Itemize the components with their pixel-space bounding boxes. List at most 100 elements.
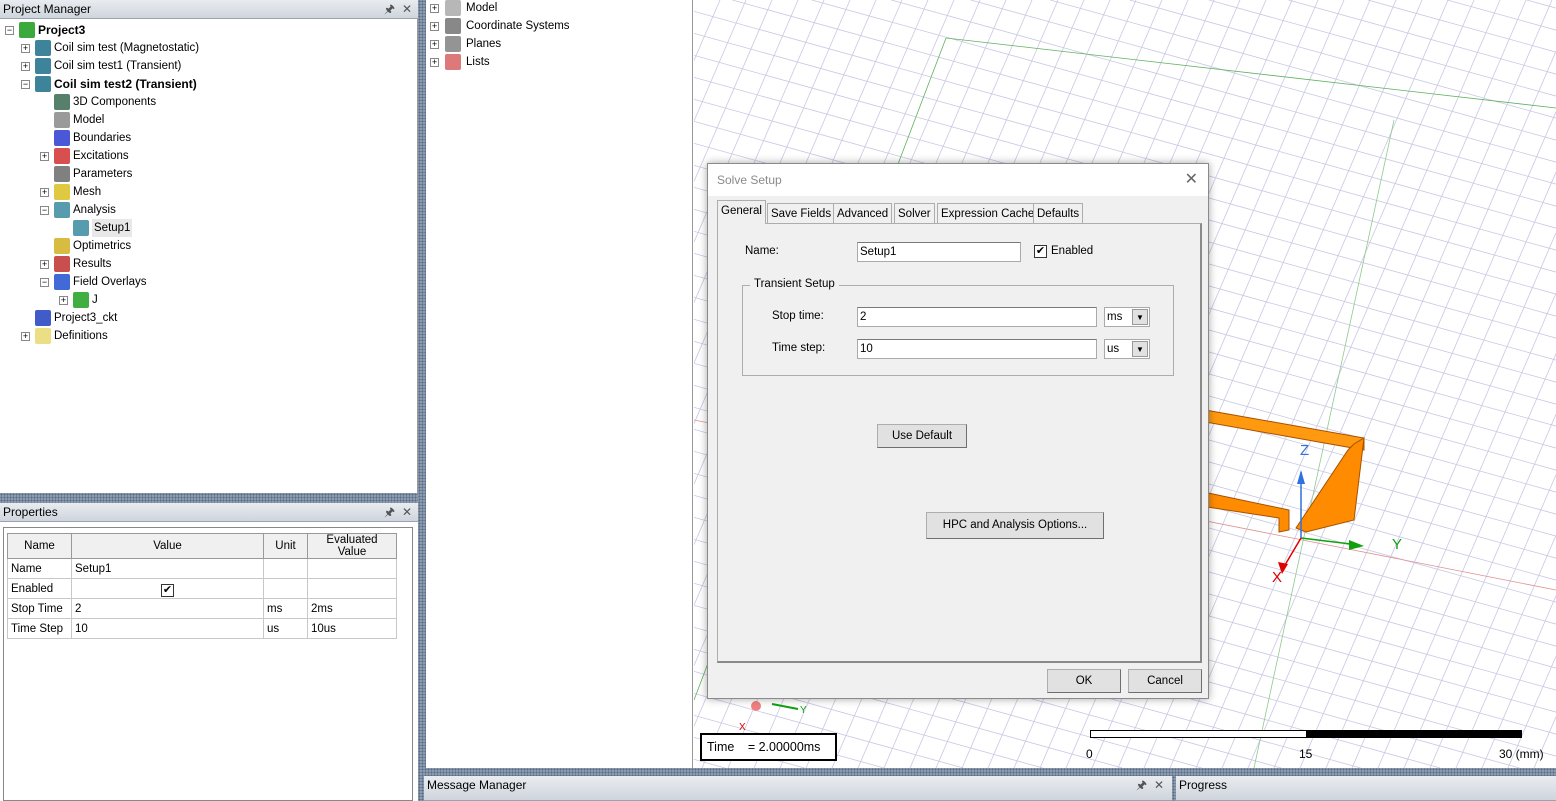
chevron-down-icon[interactable]: ▼ (1132, 309, 1148, 325)
tree-item[interactable]: + J (0, 291, 410, 309)
scale-tick: 0 (1086, 747, 1093, 761)
close-icon[interactable]: ✕ (1154, 776, 1164, 794)
tree-item-label: Coil sim test (Magnetostatic) (54, 42, 200, 54)
tree-item[interactable]: + Coil sim test1 (Transient) (0, 57, 410, 75)
prop-unit (263, 558, 308, 579)
column-header[interactable]: Unit (263, 533, 308, 559)
expand-icon[interactable]: + (21, 44, 30, 53)
collapse-icon[interactable]: − (40, 206, 49, 215)
tree-item-label: Planes (466, 38, 502, 50)
model-tree-item[interactable]: + Coordinate Systems (426, 17, 686, 35)
expand-icon[interactable]: + (40, 188, 49, 197)
tree-item[interactable]: 3D Components (0, 93, 410, 111)
close-icon[interactable]: ✕ (402, 503, 412, 522)
tree-item[interactable]: + Coil sim test (Magnetostatic) (0, 39, 410, 57)
collapse-icon[interactable]: − (5, 26, 14, 35)
pin-icon[interactable]: 🖈︎ (384, 503, 395, 522)
stop-time-input[interactable]: 2 (857, 307, 1097, 327)
tree-item[interactable]: + Results (0, 255, 410, 273)
tab-defaults[interactable]: Defaults (1033, 203, 1084, 224)
solve-setup-dialog: Solve Setup ✕ General Save Fields Advanc… (707, 163, 1209, 699)
column-header[interactable]: Value (71, 533, 264, 559)
bottom-splitter[interactable] (418, 768, 1556, 776)
project-manager-panel: Project Manager 🖈︎ ✕ − Project3 + Coil sim … (0, 0, 418, 493)
column-header[interactable]: Name (7, 533, 72, 559)
tree-item-label: Definitions (54, 330, 108, 342)
expand-icon[interactable]: + (40, 260, 49, 269)
expand-icon[interactable]: + (59, 296, 68, 305)
tab-solver[interactable]: Solver (894, 203, 935, 224)
tree-item-label: Coil sim test2 (Transient) (54, 77, 197, 91)
tree-item[interactable]: Project3_ckt (0, 309, 410, 327)
tree-item[interactable]: Optimetrics (0, 237, 410, 255)
prop-evaluated (307, 558, 397, 579)
analysis-icon (54, 202, 70, 218)
expand-icon[interactable]: + (21, 62, 30, 71)
name-input[interactable]: Setup1 (857, 242, 1021, 262)
tab-advanced[interactable]: Advanced (833, 203, 893, 224)
tree-item[interactable]: + Excitations (0, 147, 410, 165)
close-icon[interactable]: ✕ (1185, 164, 1198, 196)
use-default-button[interactable]: Use Default (877, 424, 967, 448)
tree-item[interactable]: − Coil sim test2 (Transient) (0, 75, 410, 93)
tree-item[interactable]: Parameters (0, 165, 410, 183)
tab-expression-cache[interactable]: Expression Cache (937, 203, 1039, 224)
time-value: = 2.00000ms (747, 740, 821, 754)
expand-icon[interactable]: + (430, 58, 439, 67)
vertical-splitter[interactable] (418, 0, 426, 801)
time-step-unit-select[interactable]: us ▼ (1104, 339, 1150, 359)
time-step-input[interactable]: 10 (857, 339, 1097, 359)
name-label: Name: (745, 245, 779, 257)
tree-item-label: Coil sim test1 (Transient) (54, 60, 182, 72)
model-tree-item[interactable]: + Model (426, 0, 686, 17)
tree-item[interactable]: + Definitions (0, 327, 410, 345)
boundaries-icon (54, 130, 70, 146)
hpc-options-button[interactable]: HPC and Analysis Options... (926, 512, 1104, 539)
pin-icon[interactable]: 🖈︎ (1136, 776, 1147, 794)
model-tree-item[interactable]: + Planes (426, 35, 686, 53)
table-row[interactable]: Name Setup1 (7, 558, 397, 579)
panel-title: Message Manager (427, 778, 527, 792)
tree-item[interactable]: Boundaries (0, 129, 410, 147)
expand-icon[interactable]: + (430, 4, 439, 13)
enabled-checkbox[interactable]: ✔ (1034, 245, 1047, 258)
tree-item[interactable]: Model (0, 111, 410, 129)
close-icon[interactable]: ✕ (402, 0, 412, 19)
table-row[interactable]: Stop Time 2 ms 2ms (7, 598, 397, 619)
tree-item-label: Optimetrics (73, 240, 132, 252)
prop-value[interactable]: 2 (71, 598, 264, 619)
tree-item[interactable]: − Field Overlays (0, 273, 410, 291)
table-row[interactable]: Enabled ✔ (7, 578, 397, 599)
collapse-icon[interactable]: − (40, 278, 49, 287)
model-icon (445, 0, 461, 16)
tab-general[interactable]: General (717, 200, 766, 224)
tree-item[interactable]: − Analysis (0, 201, 410, 219)
pin-icon[interactable]: 🖈︎ (384, 0, 395, 19)
chevron-down-icon[interactable]: ▼ (1132, 341, 1148, 357)
column-header[interactable]: Evaluated Value (307, 533, 397, 559)
prop-value[interactable]: 10 (71, 618, 264, 639)
expand-icon[interactable]: + (40, 152, 49, 161)
mesh-icon (54, 184, 70, 200)
scale-tick: 15 (1299, 747, 1313, 761)
model-tree-item[interactable]: + Lists (426, 53, 686, 71)
expand-icon[interactable]: + (430, 40, 439, 49)
horizontal-splitter[interactable] (0, 493, 418, 503)
stop-time-unit-select[interactable]: ms ▼ (1104, 307, 1150, 327)
field-plot-icon (73, 292, 89, 308)
enabled-checkbox[interactable]: ✔ (161, 584, 174, 597)
tree-item[interactable]: − Project3 (0, 21, 410, 39)
panel-title: Progress (1179, 778, 1228, 792)
cancel-button[interactable]: Cancel (1128, 669, 1202, 693)
prop-unit: ms (263, 598, 308, 619)
ok-button[interactable]: OK (1047, 669, 1121, 693)
tree-item[interactable]: + Mesh (0, 183, 410, 201)
expand-icon[interactable]: + (430, 22, 439, 31)
table-row[interactable]: Time Step 10 us 10us (7, 618, 397, 639)
prop-value[interactable]: Setup1 (71, 558, 264, 579)
collapse-icon[interactable]: − (21, 80, 30, 89)
tab-save-fields[interactable]: Save Fields (767, 203, 836, 224)
expand-icon[interactable]: + (21, 332, 30, 341)
tree-item[interactable]: Setup1 (0, 219, 410, 237)
prop-name: Time Step (7, 618, 72, 639)
